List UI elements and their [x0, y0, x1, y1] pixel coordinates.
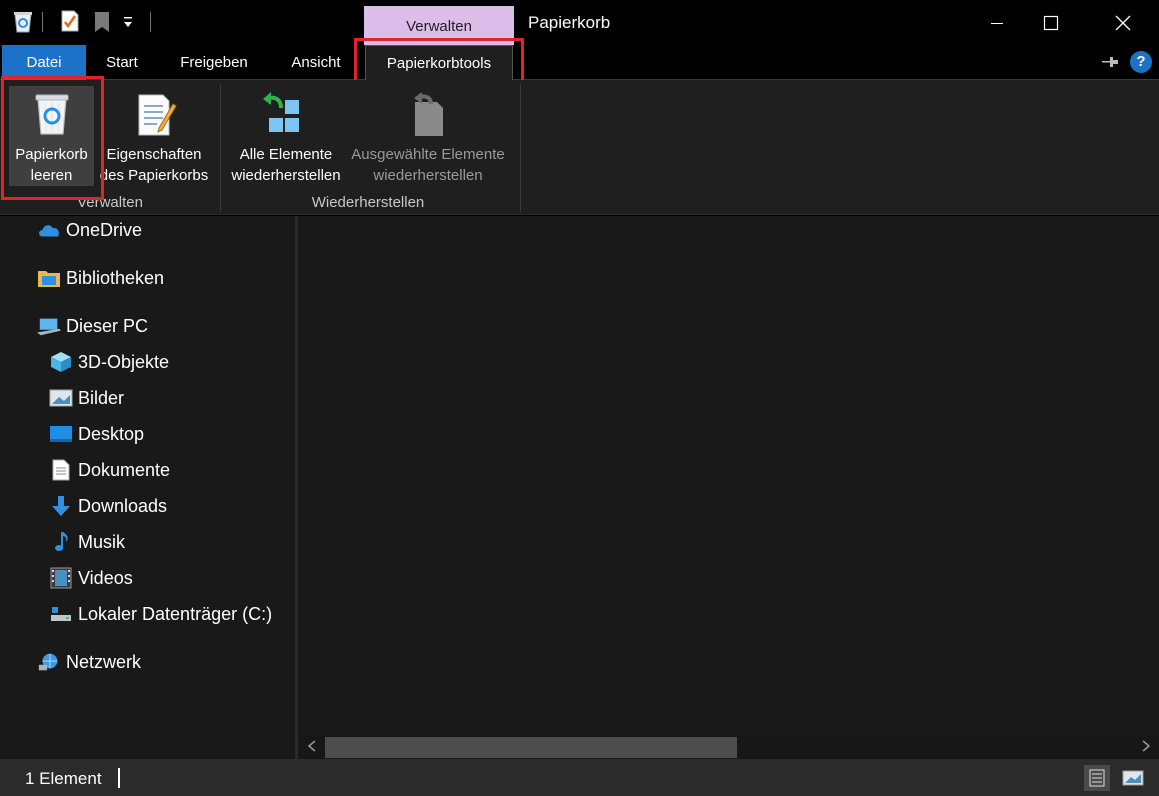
- document-icon: [49, 458, 73, 482]
- nav-item-lokaler-datentraeger[interactable]: Lokaler Datenträger (C:): [49, 599, 272, 629]
- recycle-bin-properties-button[interactable]: Eigenschaften des Papierkorbs: [96, 86, 212, 186]
- item-count: 1 Element: [25, 769, 102, 788]
- properties-icon: [131, 90, 177, 138]
- ribbon-panel: Papierkorb leeren Eigenschaften des Papi…: [0, 80, 1159, 215]
- status-bar: 1 Element: [0, 759, 1159, 796]
- close-icon: [1115, 15, 1131, 30]
- empty-recycle-bin-button[interactable]: Papierkorb leeren: [9, 86, 94, 186]
- large-icons-view-button[interactable]: [1120, 765, 1146, 791]
- title-bar: Verwalten Papierkorb: [0, 0, 1159, 45]
- status-separator: [118, 768, 120, 788]
- nav-item-dieser-pc[interactable]: Dieser PC: [37, 311, 148, 341]
- qat-separator-2: [150, 12, 151, 32]
- restore-selected-button[interactable]: Ausgewählte Elemente wiederherstellen: [346, 86, 510, 186]
- minimize-button[interactable]: [970, 0, 1024, 45]
- group-label-verwalten: Verwalten: [77, 194, 143, 211]
- nav-item-dokumente[interactable]: Dokumente: [49, 455, 170, 485]
- nav-item-3d-objekte[interactable]: 3D-Objekte: [49, 347, 169, 377]
- film-icon: [49, 566, 73, 590]
- nav-item-label: Lokaler Datenträger (C:): [78, 603, 273, 624]
- nav-item-label: 3D-Objekte: [78, 351, 170, 372]
- nav-item-desktop[interactable]: Desktop: [49, 419, 144, 449]
- tab-papierkorbtools[interactable]: Papierkorbtools: [365, 45, 513, 80]
- nav-item-label: Bibliotheken: [66, 267, 165, 288]
- tab-start[interactable]: Start: [92, 45, 152, 80]
- nav-item-bilder[interactable]: Bilder: [49, 383, 124, 413]
- tab-datei[interactable]: Datei: [2, 45, 86, 80]
- details-view-button[interactable]: [1084, 765, 1110, 791]
- navigation-pane: OneDrive Bibliotheken Dieser PC 3D-Objek…: [0, 216, 295, 759]
- minimize-icon: [991, 22, 1003, 24]
- nav-item-label: Netzwerk: [66, 651, 142, 672]
- nav-item-videos[interactable]: Videos: [49, 563, 133, 593]
- nav-item-label: OneDrive: [66, 219, 143, 240]
- maximize-button[interactable]: [1024, 0, 1078, 45]
- pictures-icon: [49, 386, 73, 410]
- tab-ansicht[interactable]: Ansicht: [278, 45, 354, 80]
- scroll-right-icon[interactable]: [1134, 736, 1158, 759]
- scroll-left-icon[interactable]: [300, 736, 324, 759]
- context-tab-group-label: Verwalten: [364, 6, 514, 45]
- restore-all-label: Alle Elemente wiederherstellen: [231, 146, 341, 184]
- cloud-icon: [37, 218, 61, 242]
- restore-all-icon: [263, 90, 309, 138]
- recycle-bin-small-icon[interactable]: [12, 9, 34, 38]
- restore-selected-icon: [405, 90, 451, 138]
- music-note-icon: [49, 530, 73, 554]
- recycle-bin-properties-label: Eigenschaften des Papierkorbs: [99, 146, 209, 184]
- nav-item-netzwerk[interactable]: Netzwerk: [37, 647, 141, 677]
- nav-item-label: Downloads: [78, 495, 168, 516]
- desktop-icon: [49, 422, 73, 446]
- nav-item-label: Desktop: [78, 423, 145, 444]
- nav-item-onedrive[interactable]: OneDrive: [37, 216, 142, 245]
- download-arrow-icon: [49, 494, 73, 518]
- properties-small-icon[interactable]: [60, 9, 80, 38]
- tab-freigeben[interactable]: Freigeben: [168, 45, 260, 80]
- qat-separator: [42, 12, 43, 32]
- nav-item-label: Dieser PC: [66, 315, 149, 336]
- recycle-bin-icon: [29, 90, 75, 138]
- group-separator: [220, 84, 221, 212]
- nav-item-bibliotheken[interactable]: Bibliotheken: [37, 263, 164, 293]
- scrollbar-thumb[interactable]: [325, 737, 737, 758]
- libraries-folder-icon: [37, 266, 61, 290]
- close-button[interactable]: [1096, 0, 1150, 45]
- window-title: Papierkorb: [528, 13, 611, 32]
- details-view-icon: [1089, 769, 1105, 787]
- nav-item-label: Dokumente: [78, 459, 171, 480]
- help-icon[interactable]: ?: [1130, 51, 1152, 73]
- qat-customize-chevron-icon[interactable]: [122, 14, 134, 35]
- group-label-wiederherstellen: Wiederherstellen: [311, 194, 425, 211]
- nav-item-label: Musik: [78, 531, 126, 552]
- restore-all-button[interactable]: Alle Elemente wiederherstellen: [226, 86, 346, 186]
- empty-recycle-bin-label: Papierkorb leeren: [15, 146, 88, 184]
- horizontal-scrollbar[interactable]: [298, 736, 1159, 759]
- nav-item-label: Bilder: [78, 387, 125, 408]
- ribbon-tabs: Datei Start Freigeben Ansicht Papierkorb…: [0, 45, 1159, 80]
- restore-selected-label: Ausgewählte Elemente wiederherstellen: [351, 146, 505, 184]
- nav-item-musik[interactable]: Musik: [49, 527, 125, 557]
- network-icon: [37, 650, 61, 674]
- computer-icon: [37, 314, 61, 338]
- maximize-icon: [1043, 15, 1059, 30]
- pin-ribbon-icon[interactable]: [1100, 54, 1120, 75]
- nav-item-label: Videos: [78, 567, 133, 588]
- nav-item-downloads[interactable]: Downloads: [49, 491, 167, 521]
- group-separator-2: [520, 84, 521, 212]
- new-folder-small-icon[interactable]: [94, 11, 110, 38]
- cube-icon: [49, 350, 73, 374]
- file-list-area[interactable]: [298, 216, 1159, 759]
- large-icons-view-icon: [1122, 770, 1144, 786]
- drive-icon: [49, 602, 73, 626]
